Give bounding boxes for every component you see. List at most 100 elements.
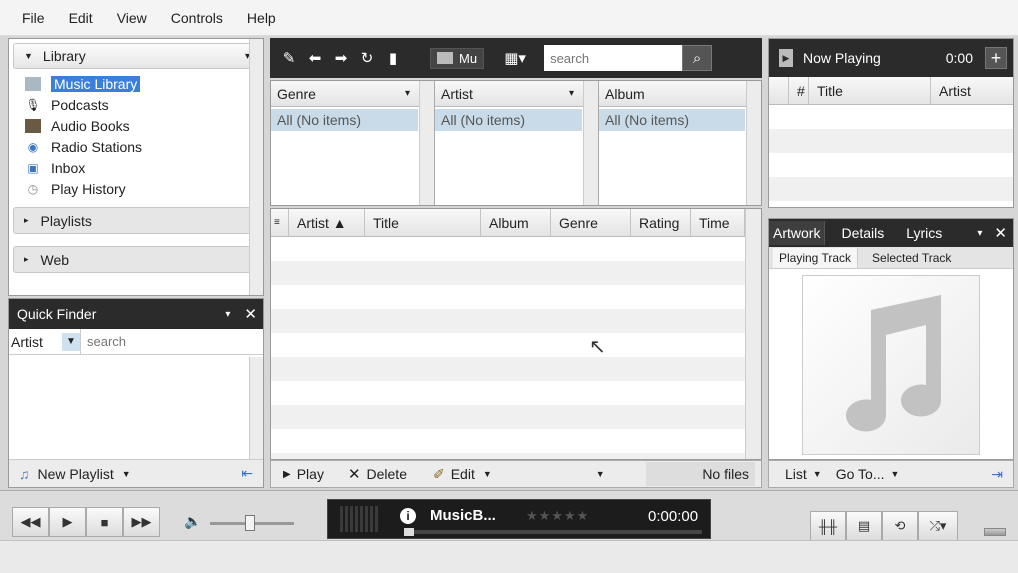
refresh-icon[interactable]: ↻ xyxy=(354,45,380,71)
new-playlist-button[interactable]: New Playlist xyxy=(38,466,114,482)
now-playing-display: i MusicB... ★★★★★ 0:00:00 xyxy=(327,499,711,539)
stop-icon[interactable]: ■ xyxy=(86,507,123,537)
column-chooser-icon[interactable]: ≡ xyxy=(271,209,289,236)
quick-finder-scrollbar[interactable] xyxy=(249,357,263,459)
column-artist[interactable]: Artist ▲ xyxy=(289,209,365,236)
repeat-icon[interactable]: ⟲ xyxy=(882,511,918,541)
panel-menu-icon[interactable]: ▾ xyxy=(397,81,410,106)
filter-item[interactable]: All (No items) xyxy=(271,109,418,131)
column-title[interactable]: Title xyxy=(365,209,481,236)
close-icon[interactable]: ✕ xyxy=(244,305,257,323)
mouse-cursor-icon: ↖ xyxy=(589,336,606,358)
chevron-down-icon[interactable]: ▼ xyxy=(891,469,900,479)
mini-player-icon[interactable] xyxy=(984,528,1006,536)
column-time[interactable]: Time xyxy=(691,209,745,236)
column-artist[interactable]: Artist xyxy=(931,77,1013,104)
list-button[interactable]: List xyxy=(785,466,807,482)
tab-artwork[interactable]: Artwork xyxy=(769,221,826,245)
column-rating[interactable]: Rating xyxy=(631,209,691,236)
artist-scrollbar[interactable] xyxy=(583,81,598,205)
rating-stars[interactable]: ★★★★★ xyxy=(526,508,589,524)
menu-help[interactable]: Help xyxy=(235,10,288,26)
sidebar-item-music-library[interactable]: Music Library xyxy=(25,73,263,94)
sidebar-item-label: Podcasts xyxy=(51,96,109,113)
library-header[interactable]: ▼ Library ▾ xyxy=(13,43,259,69)
tab-selected-track[interactable]: Selected Track xyxy=(858,251,965,265)
bookmark-icon[interactable]: ▮ xyxy=(380,45,406,71)
shuffle-icon[interactable]: ⤮▾ xyxy=(918,511,958,541)
album-scrollbar[interactable] xyxy=(746,81,761,205)
chevron-down-icon[interactable]: ▼ xyxy=(483,469,492,479)
forward-icon[interactable]: ➡ xyxy=(328,45,354,71)
column-number[interactable]: # xyxy=(789,77,809,104)
audio-book-icon xyxy=(25,118,41,133)
tab-details[interactable]: Details xyxy=(825,225,900,241)
sidebar-item-play-history[interactable]: ◷ Play History xyxy=(25,178,263,199)
column-genre[interactable]: Genre xyxy=(551,209,631,236)
track-list-scrollbar[interactable] xyxy=(745,209,761,459)
column-title[interactable]: Title xyxy=(809,77,931,104)
field-select[interactable]: Artist ▼ xyxy=(9,329,81,354)
quick-finder-footer: ♫ New Playlist ▼ ⇤ xyxy=(9,459,263,487)
tab-playing-track[interactable]: Playing Track xyxy=(773,247,859,268)
sidebar-item-label: Radio Stations xyxy=(51,138,143,155)
album-filter-header[interactable]: Album xyxy=(599,81,761,107)
layout-icon[interactable]: ▦▾ xyxy=(498,45,532,71)
seek-bar[interactable] xyxy=(404,530,702,534)
close-icon[interactable]: ✕ xyxy=(994,224,1007,242)
play-icon[interactable]: ▶ xyxy=(49,507,86,537)
edit-view-icon[interactable]: ✎ xyxy=(276,45,302,71)
edit-button[interactable]: Edit xyxy=(451,466,475,482)
genre-filter-header[interactable]: Genre ▾ xyxy=(271,81,434,107)
artist-filter-header[interactable]: Artist ▾ xyxy=(435,81,598,107)
back-icon[interactable]: ⬅ xyxy=(302,45,328,71)
transport-controls: ◀◀ ▶ ■ ▶▶ xyxy=(12,507,160,537)
menu-controls[interactable]: Controls xyxy=(159,10,235,26)
add-icon[interactable]: + xyxy=(985,47,1007,69)
seek-handle[interactable] xyxy=(404,528,414,536)
collapse-panel-icon[interactable]: ⇤ xyxy=(241,465,253,482)
display-icon[interactable]: ▤ xyxy=(846,511,882,541)
sidebar-item-audio-books[interactable]: Audio Books xyxy=(25,115,263,136)
genre-scrollbar[interactable] xyxy=(419,81,434,205)
panel-menu-icon[interactable]: ▾ xyxy=(561,81,574,106)
play-button[interactable]: Play xyxy=(297,466,324,482)
chevron-down-icon[interactable]: ▼ xyxy=(596,469,605,479)
sidebar-item-podcasts[interactable]: 🎙 Podcasts xyxy=(25,94,263,115)
filter-item[interactable]: All (No items) xyxy=(599,109,745,131)
tab-lyrics[interactable]: Lyrics xyxy=(900,225,948,241)
track-time: 0:00:00 xyxy=(648,508,699,525)
volume-slider-handle[interactable] xyxy=(245,515,255,531)
chevron-down-icon[interactable]: ▼ xyxy=(813,469,822,479)
next-icon[interactable]: ▶▶ xyxy=(123,507,160,537)
sidebar-group-playlists[interactable]: ▸ Playlists xyxy=(13,207,259,234)
collapse-panel-icon[interactable]: ⇥ xyxy=(991,466,1003,483)
quick-finder-search-input[interactable] xyxy=(81,329,263,354)
column-spacer xyxy=(769,77,789,104)
inbox-icon: ▣ xyxy=(27,160,39,175)
info-icon[interactable]: i xyxy=(400,508,416,524)
sidebar-group-web[interactable]: ▸ Web xyxy=(13,246,259,273)
goto-button[interactable]: Go To... xyxy=(836,466,885,482)
group-label: Web xyxy=(40,251,70,268)
menu-edit[interactable]: Edit xyxy=(57,10,105,26)
panel-menu-icon[interactable]: ▾ xyxy=(225,309,230,320)
field-select-value: Artist xyxy=(11,333,43,350)
previous-icon[interactable]: ◀◀ xyxy=(12,507,49,537)
sidebar-item-radio-stations[interactable]: ◉ Radio Stations xyxy=(25,136,263,157)
library-scrollbar[interactable] xyxy=(249,39,263,295)
chevron-down-icon[interactable]: ▼ xyxy=(122,469,131,479)
library-tree: Music Library 🎙 Podcasts Audio Books ◉ R… xyxy=(9,73,263,199)
delete-button[interactable]: Delete xyxy=(367,466,407,482)
menu-view[interactable]: View xyxy=(105,10,159,26)
panel-menu-icon[interactable]: ▾ xyxy=(977,228,982,239)
player-bar: ◀◀ ▶ ■ ▶▶ 🔈 i MusicB... ★★★★★ 0:00:00 ╫╫… xyxy=(0,490,1018,541)
search-input[interactable] xyxy=(544,50,683,66)
sidebar-item-inbox[interactable]: ▣ Inbox xyxy=(25,157,263,178)
filter-item[interactable]: All (No items) xyxy=(435,109,582,131)
equalizer-icon[interactable]: ╫╫ xyxy=(810,511,846,541)
menu-file[interactable]: File xyxy=(10,10,57,26)
column-album[interactable]: Album xyxy=(481,209,551,236)
search-icon[interactable]: ⌕ xyxy=(682,45,713,71)
music-view-button[interactable]: Mu xyxy=(430,47,485,69)
